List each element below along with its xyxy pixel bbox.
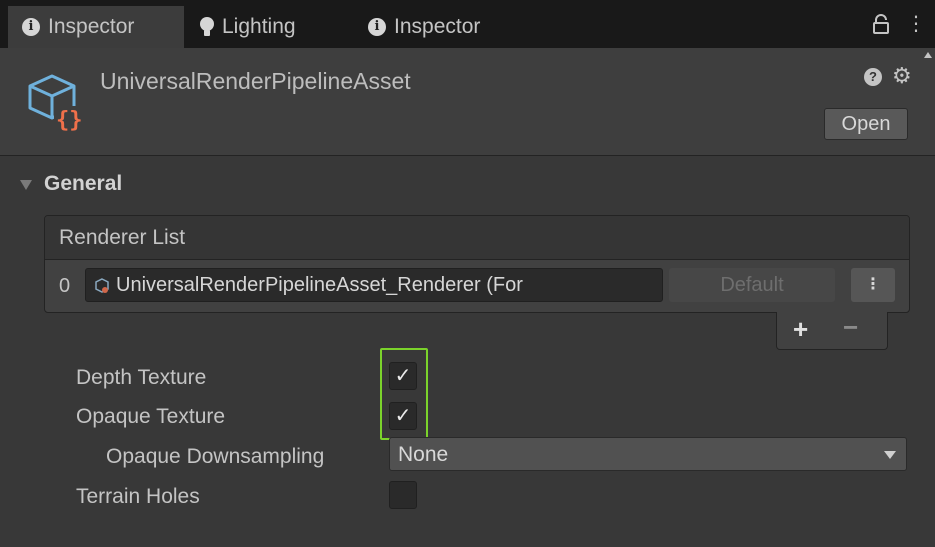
info-icon: i xyxy=(368,18,386,36)
renderer-object-field[interactable]: UniversalRenderPipelineAsset_Renderer (F… xyxy=(85,268,663,302)
terrain-holes-checkbox[interactable] xyxy=(389,481,417,509)
list-item[interactable]: 0 UniversalRenderPipelineAsset_Renderer … xyxy=(45,264,909,308)
more-menu-icon[interactable]: ⋮ xyxy=(906,12,926,36)
renderer-object-value: UniversalRenderPipelineAsset_Renderer (F… xyxy=(116,274,523,296)
list-add-remove-footer: + − xyxy=(776,312,888,350)
section-title: General xyxy=(44,172,123,195)
tab-label: Lighting xyxy=(222,15,296,38)
asset-title: UniversalRenderPipelineAsset xyxy=(100,68,411,94)
section-general[interactable]: General xyxy=(0,164,935,204)
tab-bar: i Inspector Lighting i Inspector ⋮ xyxy=(0,0,935,48)
depth-texture-label: Depth Texture xyxy=(76,366,207,389)
dropdown-value: None xyxy=(398,443,449,466)
opaque-downsampling-dropdown[interactable]: None xyxy=(389,437,907,471)
opaque-texture-label: Opaque Texture xyxy=(76,405,226,428)
remove-item-button[interactable]: − xyxy=(843,312,858,343)
renderer-list-label: Renderer List xyxy=(59,226,186,249)
terrain-holes-label: Terrain Holes xyxy=(76,485,200,508)
svg-text:{}: {} xyxy=(56,108,83,132)
info-icon: i xyxy=(22,18,40,36)
inspector-header: {} UniversalRenderPipelineAsset ? ⚙ Open xyxy=(0,48,935,156)
lock-icon[interactable] xyxy=(872,14,890,34)
lightbulb-icon xyxy=(200,17,214,37)
add-item-button[interactable]: + xyxy=(793,314,808,345)
tab-inspector-2[interactable]: i Inspector xyxy=(368,6,480,48)
row-menu-button[interactable]: ⋮ xyxy=(851,268,895,302)
chevron-down-icon xyxy=(884,451,896,459)
renderer-list: Renderer List 0 UniversalRenderPipelineA… xyxy=(44,215,910,313)
scriptable-object-icon: {} xyxy=(28,74,83,132)
scroll-up-arrow-icon[interactable] xyxy=(924,52,932,58)
help-icon[interactable]: ? xyxy=(864,68,882,86)
tab-lighting[interactable]: Lighting xyxy=(200,6,296,48)
gear-icon[interactable]: ⚙ xyxy=(892,64,914,88)
opaque-downsampling-label: Opaque Downsampling xyxy=(106,445,325,468)
tab-label: Inspector xyxy=(48,15,135,38)
renderer-list-header: Renderer List xyxy=(45,216,909,260)
foldout-arrow-icon[interactable] xyxy=(20,180,32,190)
tab-label: Inspector xyxy=(394,15,481,38)
list-item-index: 0 xyxy=(59,275,71,297)
highlight-outline xyxy=(380,348,428,440)
renderer-data-icon xyxy=(95,278,109,293)
open-button[interactable]: Open xyxy=(824,108,908,140)
set-default-button[interactable]: Default xyxy=(669,268,835,302)
tab-inspector[interactable]: i Inspector xyxy=(8,6,184,48)
